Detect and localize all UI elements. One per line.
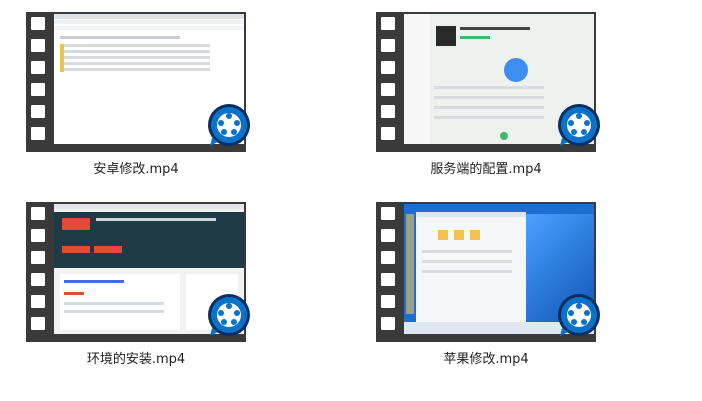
- film-holes-left: [30, 207, 46, 339]
- film-holes-left: [30, 17, 46, 149]
- file-name: 安卓修改.mp4: [93, 162, 179, 177]
- file-item[interactable]: 环境的安装.mp4: [26, 202, 250, 377]
- file-name: 环境的安装.mp4: [86, 352, 186, 367]
- film-holes-left: [380, 207, 396, 339]
- film-holes-left: [380, 17, 396, 149]
- quicktime-icon: [558, 294, 600, 336]
- quicktime-icon: [208, 294, 250, 336]
- video-thumbnail: [26, 12, 250, 152]
- file-item[interactable]: 服务端的配置.mp4: [376, 12, 600, 187]
- quicktime-icon: [558, 104, 600, 146]
- quicktime-icon: [208, 104, 250, 146]
- file-item[interactable]: 安卓修改.mp4: [26, 12, 250, 187]
- file-name: 服务端的配置.mp4: [430, 162, 542, 177]
- video-thumbnail: [26, 202, 250, 342]
- file-item[interactable]: 苹果修改.mp4: [376, 202, 600, 377]
- video-thumbnail: [376, 12, 600, 152]
- video-thumbnail: [376, 202, 600, 342]
- file-name: 苹果修改.mp4: [443, 352, 529, 367]
